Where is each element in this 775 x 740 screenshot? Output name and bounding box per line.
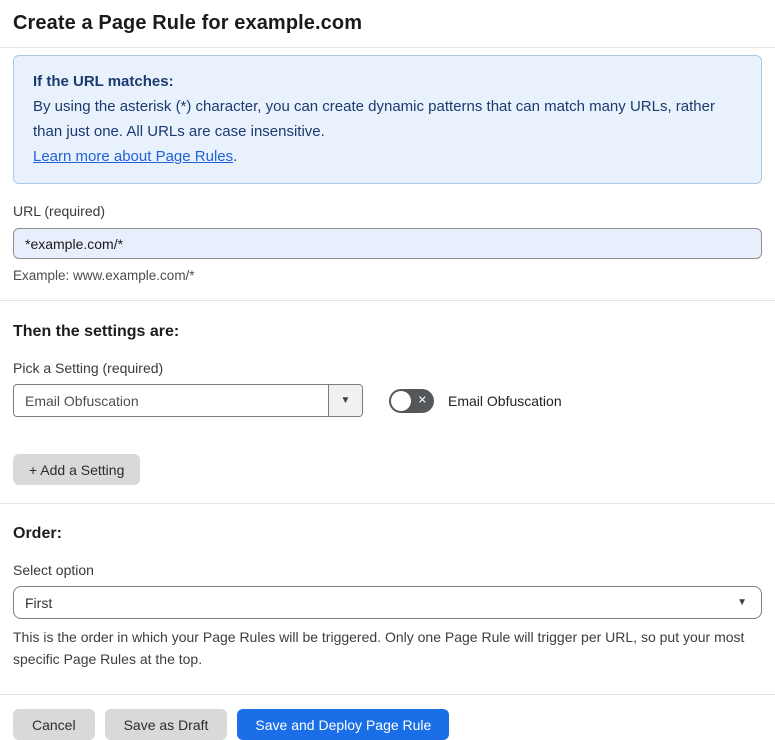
url-input[interactable] (13, 228, 762, 259)
toggle-label: Email Obfuscation (448, 392, 562, 409)
settings-section-heading: Then the settings are: (13, 323, 180, 340)
cancel-button[interactable]: Cancel (13, 709, 95, 740)
info-box-link-line: Learn more about Page Rules. (33, 144, 742, 169)
save-and-deploy-button[interactable]: Save and Deploy Page Rule (237, 709, 450, 740)
caret-down-icon: ▼ (340, 395, 351, 406)
divider (0, 300, 775, 301)
add-setting-button[interactable]: + Add a Setting (13, 454, 141, 485)
setting-select-value: Email Obfuscation (25, 392, 139, 409)
toggle-off-x-icon: ✕ (417, 394, 427, 406)
divider (0, 503, 775, 504)
order-description: This is the order in which your Page Rul… (13, 629, 745, 667)
setting-select[interactable]: Email Obfuscation ▼ (13, 384, 363, 417)
info-box-body: By using the asterisk (*) character, you… (33, 98, 715, 140)
order-section-heading: Order: (13, 525, 62, 542)
page-title: Create a Page Rule for example.com (13, 12, 363, 34)
email-obfuscation-toggle-group: ✕ Email Obfuscation (389, 388, 562, 413)
pick-setting-label: Pick a Setting (required) (13, 360, 164, 376)
divider (0, 694, 775, 695)
learn-more-link[interactable]: Learn more about Page Rules (33, 148, 233, 165)
email-obfuscation-toggle[interactable]: ✕ (389, 388, 434, 413)
order-select[interactable]: First ▼ (13, 586, 762, 619)
footer-actions: Cancel Save as Draft Save and Deploy Pag… (13, 709, 762, 740)
order-select-value: First (25, 594, 53, 611)
caret-down-icon: ▼ (737, 597, 747, 608)
link-suffix: . (233, 148, 238, 165)
setting-select-arrow-button[interactable]: ▼ (328, 385, 362, 416)
url-example-text: Example: www.example.com/* (13, 268, 195, 283)
info-box-heading: If the URL matches: (33, 73, 174, 90)
url-field-label: URL (required) (13, 203, 106, 219)
save-as-draft-button[interactable]: Save as Draft (104, 709, 228, 740)
page-rule-form: Create a Page Rule for example.com If th… (0, 11, 775, 740)
order-select-label: Select option (13, 562, 94, 578)
divider (0, 47, 775, 48)
setting-row: Email Obfuscation ▼ ✕ Email Obfuscation (13, 384, 762, 417)
toggle-knob (391, 390, 411, 411)
url-match-info-box: If the URL matches: By using the asteris… (13, 55, 762, 184)
